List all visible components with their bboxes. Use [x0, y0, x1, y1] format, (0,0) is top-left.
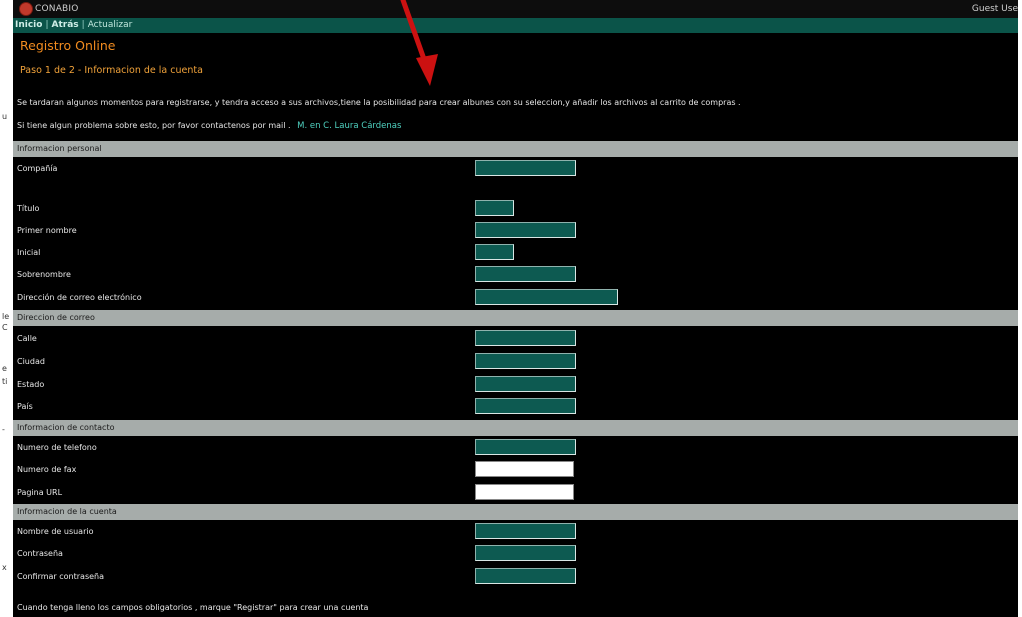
email-label: Dirección de correo electrónico — [17, 293, 142, 302]
city-label: Ciudad — [17, 357, 45, 366]
edge-char: ti — [2, 377, 8, 386]
conabio-logo-icon — [19, 2, 33, 16]
username-input[interactable] — [475, 523, 576, 539]
contact-mail-link[interactable]: M. en C. Laura Cárdenas — [297, 121, 401, 131]
email-input[interactable] — [475, 289, 618, 305]
nav-home-link[interactable]: Inicio — [15, 20, 42, 30]
password-label: Contraseña — [17, 549, 63, 558]
city-input[interactable] — [475, 353, 576, 369]
section-personal: Informacion personal — [13, 141, 1018, 157]
company-label: Compañía — [17, 164, 58, 173]
company-input[interactable] — [475, 160, 576, 176]
initial-input[interactable] — [475, 244, 514, 260]
last-name-input[interactable] — [475, 266, 576, 282]
confirm-password-label: Confirmar contraseña — [17, 572, 105, 581]
url-label: Pagina URL — [17, 488, 63, 497]
right-window-edge — [1018, 0, 1022, 617]
first-name-input[interactable] — [475, 222, 576, 238]
country-input[interactable] — [475, 398, 576, 414]
title-input[interactable] — [475, 200, 514, 216]
initial-label: Inicial — [17, 248, 41, 257]
nav-bar: Inicio | Atrás | Actualizar — [13, 18, 1018, 33]
url-input[interactable] — [475, 484, 574, 500]
title-label: Título — [17, 204, 40, 213]
step-indicator: Paso 1 de 2 - Informacion de la cuenta — [20, 65, 203, 76]
edge-char: C — [2, 323, 8, 332]
nav-separator: | — [81, 20, 85, 30]
edge-char: u — [2, 112, 8, 121]
left-window-edge: u C le e ti - x — [0, 0, 13, 617]
nav-separator: | — [45, 20, 49, 30]
last-name-label: Sobrenombre — [17, 270, 71, 279]
fax-label: Numero de fax — [17, 465, 77, 474]
nav-refresh-link[interactable]: Actualizar — [88, 20, 133, 30]
street-label: Calle — [17, 334, 37, 343]
confirm-password-input[interactable] — [475, 568, 576, 584]
edge-char: x — [2, 563, 7, 572]
intro-text: Se tardaran algunos momentos para regist… — [17, 98, 741, 107]
guest-user-label: Guest Use — [971, 4, 1018, 14]
registration-page: CONABIO Guest Use Inicio | Atrás | Actualiza… — [13, 0, 1018, 617]
edge-char: le — [2, 312, 10, 321]
username-label: Nombre de usuario — [17, 527, 94, 536]
contact-prefix: Si tiene algun problema sobre esto, por … — [17, 121, 291, 130]
country-label: País — [17, 402, 33, 411]
edge-char: - — [2, 425, 5, 434]
state-label: Estado — [17, 380, 45, 389]
street-input[interactable] — [475, 330, 576, 346]
footer-note: Cuando tenga lleno los campos obligatori… — [17, 603, 369, 612]
brand-name: CONABIO — [35, 4, 79, 14]
first-name-label: Primer nombre — [17, 226, 77, 235]
password-input[interactable] — [475, 545, 576, 561]
section-account: Informacion de la cuenta — [13, 504, 1018, 520]
contact-text: Si tiene algun problema sobre esto, por … — [17, 121, 401, 131]
top-bar: CONABIO Guest Use — [13, 0, 1018, 19]
phone-input[interactable] — [475, 439, 576, 455]
phone-label: Numero de telefono — [17, 443, 97, 452]
edge-char: e — [2, 364, 7, 373]
section-mailing: Direccion de correo — [13, 310, 1018, 326]
page-title: Registro Online — [20, 38, 116, 53]
state-input[interactable] — [475, 376, 576, 392]
nav-back-link[interactable]: Atrás — [52, 20, 79, 30]
section-contact: Informacion de contacto — [13, 420, 1018, 436]
fax-input[interactable] — [475, 461, 574, 477]
